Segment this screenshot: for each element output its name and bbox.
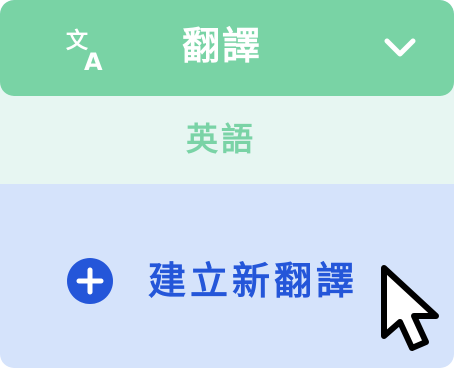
translate-icon: 文 A (66, 28, 103, 72)
selected-language-label: 英語 (186, 120, 257, 158)
add-circle-icon (67, 258, 113, 304)
chevron-down-icon[interactable] (382, 33, 418, 61)
translation-dropdown-header[interactable]: 文 A 翻譯 (0, 0, 454, 96)
svg-text:A: A (84, 48, 103, 72)
dropdown-title: 翻譯 (182, 24, 263, 68)
create-new-translation-label: 建立新翻譯 (148, 259, 359, 303)
mouse-pointer-icon (381, 265, 439, 351)
